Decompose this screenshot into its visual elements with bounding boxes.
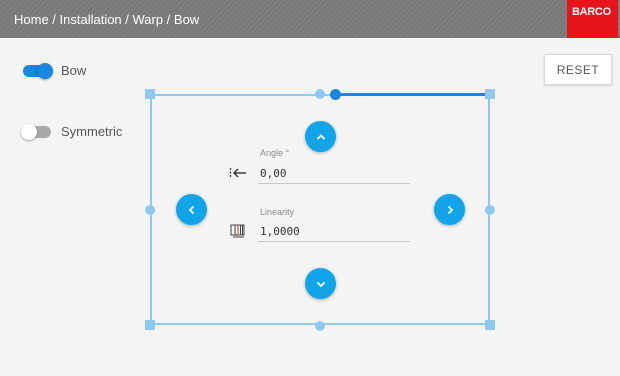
symmetric-toggle-knob[interactable] [21, 123, 37, 140]
corner-handle-bottom-right[interactable] [485, 320, 495, 330]
symmetric-toggle-track[interactable] [21, 123, 51, 140]
bow-control-point[interactable] [330, 89, 341, 100]
reset-button[interactable]: RESET [544, 54, 612, 85]
symmetric-toggle-label: Symmetric [61, 124, 123, 139]
midpoint-handle-bottom[interactable] [315, 321, 325, 331]
angle-label: Angle ° [260, 148, 290, 158]
linearity-icon [228, 223, 248, 239]
chevron-up-icon [316, 133, 325, 140]
move-left-button[interactable] [176, 194, 207, 225]
chevron-left-icon [188, 205, 194, 214]
midpoint-handle-left[interactable] [145, 205, 155, 215]
corner-handle-top-right[interactable] [485, 89, 495, 99]
logo-text: BARCO [572, 6, 611, 18]
angle-field[interactable]: Angle ° 0,00 [228, 148, 410, 186]
linearity-label: Linearity [260, 207, 295, 217]
active-bow-edge [335, 93, 491, 96]
top-bar: Home / Installation / Warp / Bow BARCO [0, 0, 620, 38]
bow-toggle-knob[interactable] [37, 62, 53, 79]
breadcrumb[interactable]: Home / Installation / Warp / Bow [14, 12, 199, 27]
move-down-button[interactable] [305, 268, 336, 299]
angle-input[interactable]: 0,00 [260, 167, 287, 180]
angle-underline [258, 183, 410, 184]
midpoint-handle-right[interactable] [485, 205, 495, 215]
midpoint-handle-top[interactable] [315, 89, 325, 99]
corner-handle-top-left[interactable] [145, 89, 155, 99]
bow-toggle-label: Bow [61, 63, 87, 78]
bow-toggle[interactable]: Bow [23, 62, 87, 79]
arrow-left-bar-icon [228, 165, 248, 181]
bow-toggle-track[interactable] [23, 62, 53, 79]
linearity-field[interactable]: Linearity 1,0000 [228, 207, 410, 245]
move-right-button[interactable] [434, 194, 465, 225]
symmetric-toggle[interactable]: Symmetric [21, 123, 123, 140]
chevron-down-icon [316, 281, 325, 287]
linearity-underline [258, 241, 410, 242]
chevron-right-icon [447, 205, 453, 214]
corner-handle-bottom-left[interactable] [145, 320, 155, 330]
linearity-input[interactable]: 1,0000 [260, 225, 300, 238]
barco-logo: BARCO [567, 0, 618, 38]
